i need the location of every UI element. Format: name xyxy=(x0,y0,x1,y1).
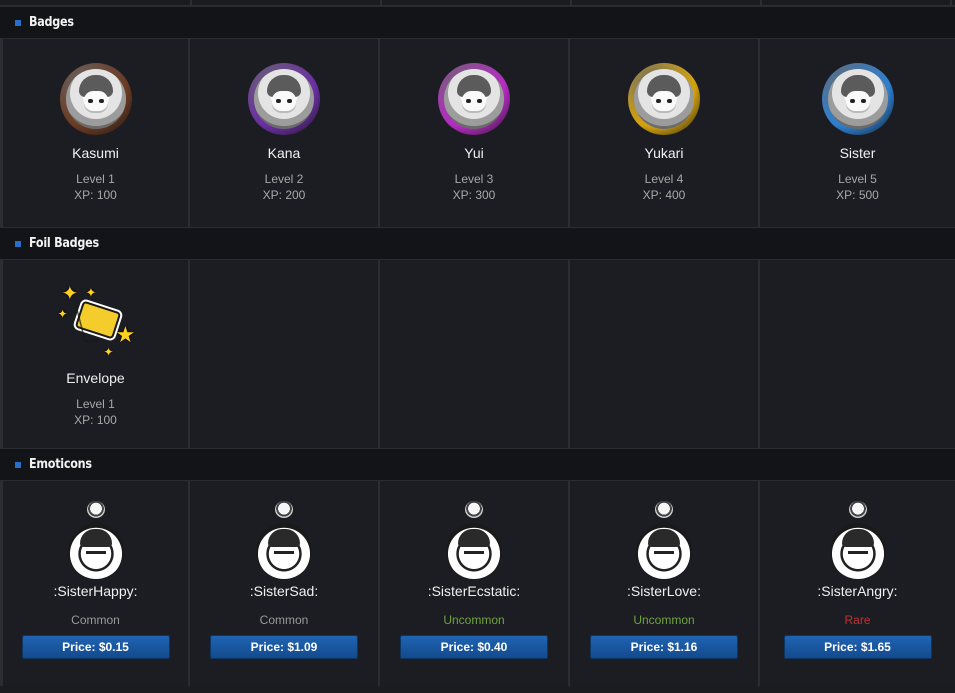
price-button[interactable]: Price: $0.15 xyxy=(21,635,170,659)
price-button[interactable]: Price: $1.65 xyxy=(783,635,932,659)
badge-card[interactable]: Yukari Level 4 XP: 400 xyxy=(570,39,760,227)
badge-level: Level 2 xyxy=(264,172,304,186)
empty-card xyxy=(570,260,760,448)
badge-meta: Level 2 XP: 200 xyxy=(263,171,306,203)
emoticon-name: :SisterEcstatic: xyxy=(427,583,521,599)
price-button[interactable]: Price: $1.16 xyxy=(590,635,738,659)
badge-level: Level 5 xyxy=(838,172,877,186)
foil-badge-card[interactable]: ✦ ✦ ✦ ★ ✦ Envelope Level 1 XP: 100 xyxy=(0,260,190,448)
badges-section-header: Badges xyxy=(0,6,955,39)
section-title: Emoticons xyxy=(29,457,92,472)
foil-badge-xp: XP: 100 xyxy=(74,413,117,427)
emoticon-rarity: Common xyxy=(71,613,120,627)
badge-xp: XP: 400 xyxy=(642,188,686,202)
badge-yukari-icon xyxy=(628,63,700,135)
envelope-sparkle-icon: ✦ ✦ ✦ ★ ✦ xyxy=(57,283,136,359)
emoticon-name: :SisterHappy: xyxy=(53,583,138,599)
section-bullet-icon xyxy=(15,240,21,247)
emoticon-sister-angry-icon xyxy=(829,523,886,579)
price-button[interactable]: Price: $1.09 xyxy=(210,635,358,659)
emoticon-small-icon xyxy=(465,501,483,518)
badge-card[interactable]: Kana Level 2 XP: 200 xyxy=(190,39,380,227)
emoticon-name: :SisterLove: xyxy=(627,583,701,599)
badge-level: Level 1 xyxy=(76,172,115,186)
emoticon-card: :SisterHappy: Common Price: $0.15 xyxy=(0,481,190,686)
price-button[interactable]: Price: $0.40 xyxy=(400,635,548,659)
badge-name: Yui xyxy=(464,145,484,161)
empty-card xyxy=(760,260,955,448)
badge-card[interactable]: Sister Level 5 XP: 500 xyxy=(760,39,955,227)
emoticons-section-header: Emoticons xyxy=(0,448,955,481)
section-bullet-icon xyxy=(15,461,21,468)
badge-meta: Level 3 XP: 300 xyxy=(453,171,496,203)
emoticon-card: :SisterLove: Uncommon Price: $1.16 xyxy=(570,481,760,686)
badge-name: Yukari xyxy=(644,145,684,161)
emoticon-small-icon xyxy=(86,501,105,518)
badge-kana-icon xyxy=(248,63,320,135)
emoticon-sister-sad-icon xyxy=(256,523,312,579)
emoticon-rarity: Rare xyxy=(844,613,871,627)
empty-card xyxy=(190,260,380,448)
foil-badge-level: Level 1 xyxy=(76,397,115,411)
badge-card[interactable]: Kasumi Level 1 XP: 100 xyxy=(0,39,190,227)
foil-badge-meta: Level 1 XP: 100 xyxy=(74,396,117,428)
emoticon-sister-ecstatic-icon xyxy=(446,523,502,579)
badge-name: Kasumi xyxy=(72,145,119,161)
foil-badge-name: Envelope xyxy=(66,370,125,386)
emoticon-small-icon xyxy=(655,501,673,518)
badge-xp: XP: 100 xyxy=(74,188,117,202)
badge-name: Kana xyxy=(267,145,301,161)
badge-xp: XP: 300 xyxy=(452,188,496,202)
emoticon-small-icon xyxy=(848,501,867,518)
section-title: Foil Badges xyxy=(29,236,99,251)
badge-kasumi-icon xyxy=(59,63,132,135)
badge-meta: Level 5 XP: 500 xyxy=(836,171,879,203)
emoticon-small-icon xyxy=(275,501,293,518)
emoticon-name: :SisterAngry: xyxy=(817,583,898,599)
badge-meta: Level 4 XP: 400 xyxy=(643,171,686,203)
section-bullet-icon xyxy=(15,19,21,26)
badge-meta: Level 1 XP: 100 xyxy=(74,171,117,203)
emoticon-card: :SisterSad: Common Price: $1.09 xyxy=(190,481,380,686)
badges-grid: Kasumi Level 1 XP: 100 Kana Level 2 XP: … xyxy=(0,39,955,227)
badge-level: Level 3 xyxy=(454,172,494,186)
emoticon-name: :SisterSad: xyxy=(249,583,319,599)
emoticon-rarity: Uncommon xyxy=(633,613,695,627)
badge-sister-icon xyxy=(821,63,894,135)
emoticons-grid: :SisterHappy: Common Price: $0.15 :Siste… xyxy=(0,481,955,686)
badge-yui-icon xyxy=(438,63,510,135)
badge-name: Sister xyxy=(839,145,876,161)
badge-card[interactable]: Yui Level 3 XP: 300 xyxy=(380,39,570,227)
foil-badges-grid: ✦ ✦ ✦ ★ ✦ Envelope Level 1 XP: 100 xyxy=(0,260,955,448)
emoticon-card: :SisterAngry: Rare Price: $1.65 xyxy=(760,481,955,686)
badge-xp: XP: 200 xyxy=(262,188,306,202)
foil-badges-section-header: Foil Badges xyxy=(0,227,955,260)
emoticon-card: :SisterEcstatic: Uncommon Price: $0.40 xyxy=(380,481,570,686)
section-title: Badges xyxy=(29,15,74,30)
emoticon-sister-love-icon xyxy=(636,523,692,579)
emoticon-rarity: Common xyxy=(259,613,309,627)
emoticon-sister-happy-icon xyxy=(67,523,124,579)
emoticon-rarity: Uncommon xyxy=(443,613,505,627)
badge-level: Level 4 xyxy=(644,172,684,186)
empty-card xyxy=(380,260,570,448)
badge-xp: XP: 500 xyxy=(836,188,879,202)
